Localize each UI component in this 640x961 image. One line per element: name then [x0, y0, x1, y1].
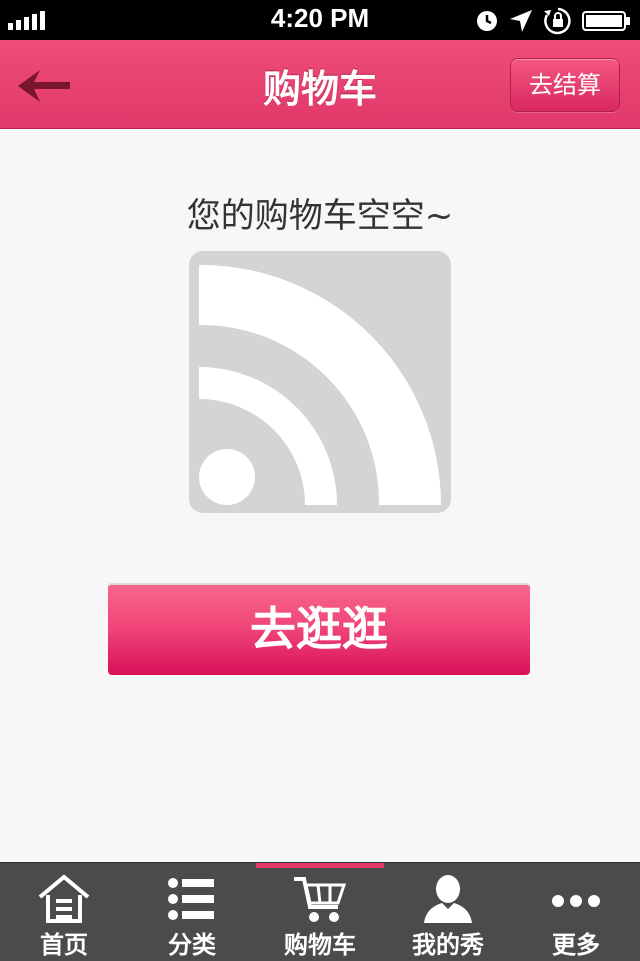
- tab-home[interactable]: 首页: [0, 863, 128, 961]
- checkout-button[interactable]: 去结算: [510, 58, 620, 112]
- empty-cart-message: 您的购物车空空~: [186, 196, 454, 236]
- tab-bar: 首页 分类 购物车 我的秀 更多: [0, 862, 640, 961]
- cart-icon: [294, 877, 347, 922]
- rotation-lock-icon: [543, 7, 571, 35]
- tab-label: 分类: [168, 931, 216, 959]
- clock-icon: [476, 11, 497, 31]
- list-icon: [168, 878, 214, 920]
- tab-label: 更多: [552, 931, 600, 959]
- nav-bar: 购物车 去结算: [0, 40, 640, 129]
- home-icon: [38, 874, 90, 923]
- tab-category[interactable]: 分类: [128, 863, 256, 961]
- tab-cart[interactable]: 购物车: [256, 863, 384, 961]
- status-icons: [471, 6, 632, 35]
- rss-icon: [189, 251, 451, 513]
- browse-button[interactable]: 去逛逛: [108, 583, 530, 675]
- battery-icon: [582, 11, 630, 31]
- tab-label: 首页: [40, 931, 88, 959]
- tab-label: 我的秀: [412, 931, 484, 959]
- tab-profile[interactable]: 我的秀: [384, 863, 512, 961]
- location-icon: [509, 10, 532, 32]
- status-bar: 4:20 PM: [0, 0, 640, 40]
- more-icon: [552, 895, 600, 907]
- tab-label: 购物车: [284, 931, 356, 959]
- tab-more[interactable]: 更多: [512, 863, 640, 961]
- user-icon: [424, 875, 472, 923]
